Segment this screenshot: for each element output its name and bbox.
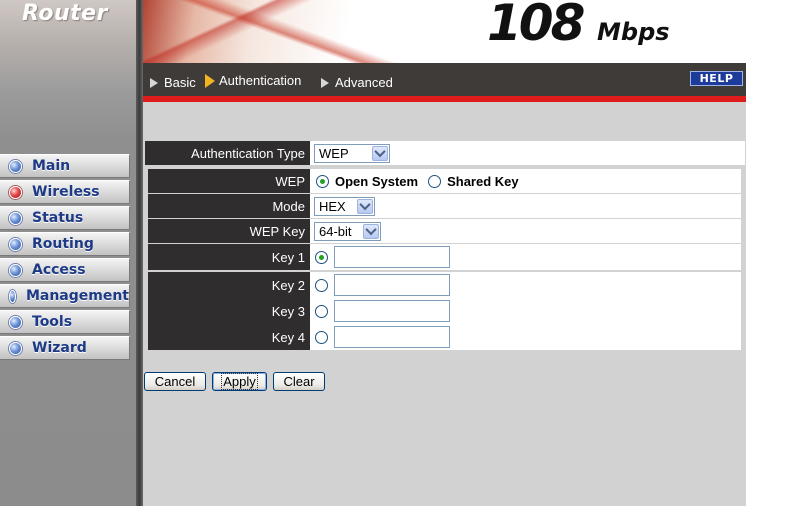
chevron-down-icon (357, 198, 373, 214)
speed-logo-number: 108 (487, 0, 585, 52)
key-4-input[interactable] (334, 326, 450, 348)
tab-label: Authentication (219, 73, 302, 88)
key-2-row: Key 2 (148, 272, 741, 298)
active-arrow-icon (205, 73, 215, 88)
sidebar-item-label: Wireless (32, 184, 100, 200)
key-1-cell (310, 244, 741, 270)
sidebar-item-label: Routing (32, 236, 94, 252)
apply-button-label: Apply (221, 373, 258, 390)
sidebar-item-tools[interactable]: Tools (0, 310, 130, 334)
auth-type-cell: WEP (310, 141, 745, 165)
bullet-icon (9, 289, 16, 303)
wep-key-select[interactable]: 64-bit (314, 221, 381, 241)
key-1-label: Key 1 (148, 244, 310, 270)
sidebar-item-wizard[interactable]: Wizard (0, 336, 130, 360)
sidebar-item-management[interactable]: Management (0, 284, 130, 308)
key-4-row: Key 4 (148, 324, 741, 350)
key-1-row: Key 1 (148, 244, 741, 270)
sidebar-item-label: Status (32, 210, 84, 226)
key-3-cell (310, 298, 741, 324)
sidebar-item-routing[interactable]: Routing (0, 232, 130, 256)
bullet-icon (9, 211, 22, 225)
banner-artwork (143, 0, 433, 63)
tab-label: Basic (164, 75, 196, 90)
bullet-icon (9, 341, 22, 355)
sidebar-item-label: Main (32, 158, 71, 174)
wep-key-row: WEP Key 64-bit (148, 219, 741, 243)
key-4-cell (310, 324, 741, 350)
sidebar-divider (136, 0, 143, 506)
tab-basic[interactable]: Basic (150, 75, 196, 90)
arrow-right-icon (321, 77, 329, 88)
wep-key-label: WEP Key (148, 219, 310, 243)
wep-cell: Open System Shared Key (310, 169, 741, 193)
key-4-radio[interactable] (315, 330, 328, 344)
key-2-cell (310, 272, 741, 298)
key-2-input[interactable] (334, 274, 450, 296)
key-3-input[interactable] (334, 300, 450, 322)
chevron-down-icon (372, 145, 388, 161)
header-banner: 108 Mbps (143, 0, 746, 63)
sidebar-item-label: Tools (32, 314, 73, 330)
wep-key-value: 64-bit (319, 223, 352, 239)
bullet-icon (9, 263, 22, 277)
mode-value: HEX (319, 198, 346, 214)
auth-type-row: Authentication Type WEP (145, 141, 745, 165)
sidebar-item-status[interactable]: Status (0, 206, 130, 230)
sidebar-menu: Main Wireless Status Routing Access Mana… (0, 154, 130, 362)
sidebar-item-label: Management (25, 288, 129, 304)
help-label: HELP (699, 72, 734, 85)
wep-key-cell: 64-bit (310, 219, 741, 243)
cancel-button-label: Cancel (154, 374, 196, 389)
tab-authentication[interactable]: Authentication (205, 73, 301, 88)
mode-select[interactable]: HEX (314, 196, 375, 216)
brand-title: Router (22, 1, 108, 26)
tab-advanced[interactable]: Advanced (321, 75, 393, 90)
sidebar-item-access[interactable]: Access (0, 258, 130, 282)
shared-key-radio[interactable] (428, 174, 442, 188)
tab-bar: Basic Authentication Advanced HELP (143, 63, 746, 98)
sidebar-item-label: Access (32, 262, 86, 278)
key-4-label: Key 4 (148, 324, 310, 350)
apply-button[interactable]: Apply (212, 372, 267, 391)
key-2-label: Key 2 (148, 272, 310, 298)
key-3-row: Key 3 (148, 298, 741, 324)
clear-button-label: Clear (283, 374, 315, 389)
shared-key-label: Shared Key (447, 173, 519, 189)
mode-cell: HEX (310, 194, 741, 218)
cancel-button[interactable]: Cancel (144, 372, 206, 391)
help-button[interactable]: HELP (690, 71, 743, 86)
active-bullet-icon (9, 185, 22, 199)
bullet-icon (9, 159, 22, 173)
wep-row: WEP Open System Shared Key (148, 169, 741, 193)
chevron-down-icon (363, 223, 379, 239)
speed-logo-unit: Mbps (597, 18, 670, 46)
mode-label: Mode (148, 194, 310, 218)
auth-type-label: Authentication Type (145, 141, 310, 165)
open-system-radio[interactable] (316, 174, 329, 188)
key-2-radio[interactable] (315, 278, 328, 292)
key-3-label: Key 3 (148, 298, 310, 324)
key-1-radio[interactable] (315, 250, 328, 264)
wep-label: WEP (148, 169, 310, 193)
mode-row: Mode HEX (148, 194, 741, 218)
tab-label: Advanced (335, 75, 393, 90)
sidebar-item-wireless[interactable]: Wireless (0, 180, 130, 204)
arrow-right-icon (150, 77, 158, 88)
clear-button[interactable]: Clear (273, 372, 325, 391)
bullet-icon (9, 315, 22, 329)
auth-type-select[interactable]: WEP (314, 143, 390, 163)
key-1-input[interactable] (334, 246, 450, 268)
sidebar: Router Main Wireless Status Routing Acce… (0, 0, 138, 506)
sidebar-item-label: Wizard (32, 340, 87, 356)
bullet-icon (9, 237, 22, 251)
open-system-label: Open System (335, 173, 419, 189)
content-panel: Authentication Type WEP WEP Open System … (143, 102, 746, 506)
sidebar-item-main[interactable]: Main (0, 154, 130, 178)
key-3-radio[interactable] (315, 304, 328, 318)
auth-type-value: WEP (319, 145, 349, 161)
